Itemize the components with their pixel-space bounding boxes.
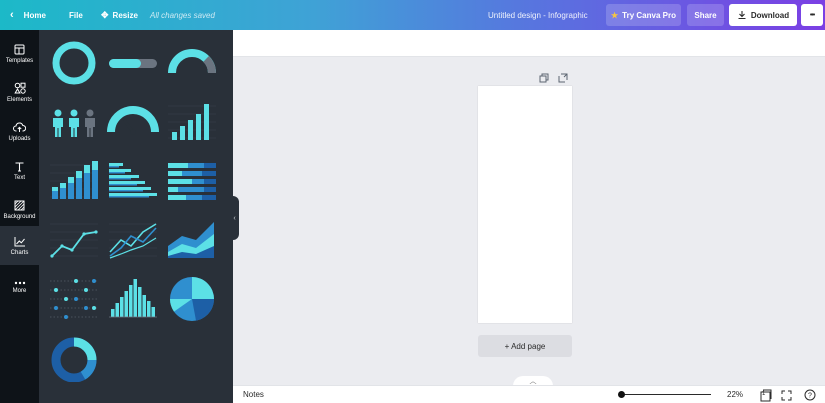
- side-rail: Templates Elements Uploads Text Backgrou…: [0, 30, 39, 403]
- zoom-slider-handle[interactable]: [618, 391, 625, 398]
- download-button[interactable]: Download: [729, 4, 797, 26]
- chart-bar-ascending[interactable]: [166, 98, 218, 146]
- sidebar-item-charts[interactable]: Charts: [0, 226, 39, 265]
- chevron-up-icon: ︿: [529, 378, 537, 385]
- sidebar-item-uploads[interactable]: Uploads: [0, 112, 39, 151]
- sidebar-item-label: Background: [3, 213, 36, 220]
- try-pro-label: Try Canva Pro: [622, 10, 676, 20]
- sidebar-item-label: More: [12, 288, 27, 294]
- try-canva-pro-button[interactable]: ★ Try Canva Pro: [606, 4, 681, 26]
- save-status: All changes saved: [150, 10, 215, 20]
- uploads-icon: [13, 122, 26, 132]
- sidebar-item-label: Uploads: [8, 135, 31, 142]
- charts-icon: [14, 236, 25, 246]
- zoom-level[interactable]: 22%: [727, 390, 743, 399]
- sidebar-item-label: Templates: [5, 57, 34, 64]
- chart-people-icons[interactable]: [48, 98, 100, 146]
- sidebar-item-templates[interactable]: Templates: [0, 34, 39, 73]
- resize-label: Resize: [112, 10, 138, 20]
- home-label: Home: [23, 10, 46, 20]
- add-page-button[interactable]: + Add page: [478, 335, 572, 357]
- sidebar-item-more[interactable]: More: [0, 268, 39, 307]
- fullscreen-icon[interactable]: [779, 388, 793, 402]
- sidebar-item-label: Elements: [6, 97, 32, 103]
- collapse-panel-handle[interactable]: ‹: [230, 196, 239, 240]
- sidebar-item-label: Text: [13, 174, 25, 181]
- page-count: 1: [762, 391, 766, 397]
- chevron-left-icon: ‹: [233, 214, 236, 222]
- download-label: Download: [750, 10, 790, 20]
- chart-line-multi[interactable]: [107, 216, 159, 264]
- background-icon: [14, 200, 25, 210]
- chart-half-gauge[interactable]: [166, 39, 218, 87]
- sidebar-item-label: Charts: [10, 249, 29, 256]
- templates-icon: [14, 44, 25, 54]
- more-dots-icon: •••: [809, 11, 815, 19]
- more-options-button[interactable]: •••: [801, 4, 823, 26]
- zoom-slider-track[interactable]: [621, 394, 711, 395]
- top-bar: ‹ Home File ✥ Resize All changes saved U…: [0, 0, 825, 30]
- download-icon: [738, 11, 746, 20]
- chart-area-stacked[interactable]: [166, 216, 218, 264]
- resize-icon: ✥: [101, 9, 109, 20]
- page-count-button[interactable]: 1: [758, 388, 772, 402]
- chevron-left-icon: ‹: [10, 9, 14, 21]
- chart-bar-horizontal[interactable]: [107, 157, 159, 205]
- design-page-canvas[interactable]: [478, 86, 572, 323]
- add-page-icon[interactable]: [558, 70, 570, 83]
- chart-donut-multi[interactable]: [48, 334, 100, 382]
- share-label: Share: [694, 10, 717, 20]
- chart-speedometer[interactable]: [107, 98, 159, 146]
- file-label: File: [69, 10, 83, 20]
- chart-progress-bar[interactable]: [107, 39, 159, 87]
- text-icon: [15, 161, 24, 172]
- help-icon[interactable]: ?: [803, 388, 817, 402]
- elements-icon: [13, 82, 26, 94]
- editor-toolbar: [233, 30, 825, 57]
- notes-button[interactable]: Notes: [243, 390, 264, 399]
- more-icon: [14, 281, 25, 285]
- share-button[interactable]: Share: [687, 4, 724, 26]
- sidebar-item-background[interactable]: Background: [0, 190, 39, 229]
- bottom-bar: Notes 22% 1 ?: [233, 385, 825, 403]
- file-menu[interactable]: File: [69, 0, 83, 30]
- design-title[interactable]: Untitled design - Infographic: [488, 0, 588, 30]
- home-button[interactable]: ‹ Home: [10, 0, 46, 30]
- svg-text:?: ?: [808, 393, 812, 400]
- chart-bar-horizontal-stacked[interactable]: [166, 157, 218, 205]
- resize-button[interactable]: ✥ Resize: [101, 0, 138, 30]
- sidebar-item-text[interactable]: Text: [0, 151, 39, 190]
- chart-dot-matrix[interactable]: [48, 275, 100, 323]
- chart-bar-stacked[interactable]: [48, 157, 100, 205]
- chart-donut-ring[interactable]: [48, 39, 100, 87]
- crown-icon: ★: [611, 10, 619, 20]
- chart-pie[interactable]: [166, 275, 218, 323]
- charts-panel: [39, 30, 233, 403]
- sidebar-item-elements[interactable]: Elements: [0, 73, 39, 112]
- duplicate-page-icon[interactable]: [539, 70, 551, 83]
- chart-line-single[interactable]: [48, 216, 100, 264]
- chart-histogram[interactable]: [107, 275, 159, 323]
